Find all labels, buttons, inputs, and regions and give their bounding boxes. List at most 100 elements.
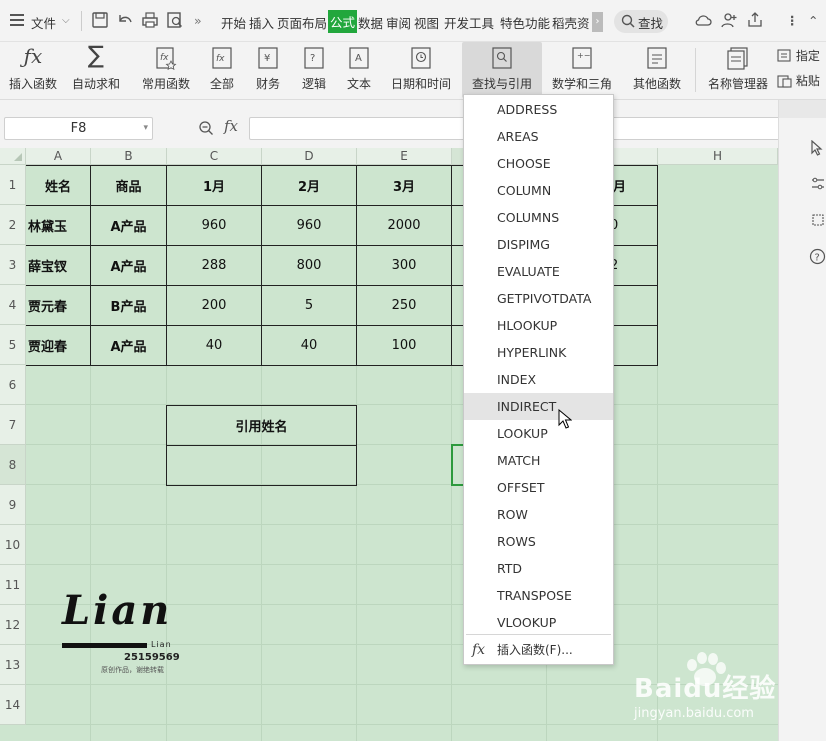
tab-data[interactable]: 数据 xyxy=(358,13,383,32)
function-item-row[interactable]: ROW xyxy=(464,501,613,528)
row-header-3[interactable]: 3 xyxy=(0,245,26,285)
function-item-match[interactable]: MATCH xyxy=(464,447,613,474)
fx-button[interactable]: fx xyxy=(224,117,238,135)
print-icon[interactable] xyxy=(141,11,159,29)
function-item-dispimg[interactable]: DISPIMG xyxy=(464,231,613,258)
autosum-button[interactable]: ∑ 自动求和 xyxy=(64,41,128,98)
select-all-corner[interactable] xyxy=(0,148,26,165)
function-item-getpivotdata[interactable]: GETPIVOTDATA xyxy=(464,285,613,312)
hamburger-icon[interactable] xyxy=(10,14,24,26)
row-header-6[interactable]: 6 xyxy=(0,365,26,405)
zoom-out-icon[interactable] xyxy=(198,120,214,136)
row-header-14[interactable]: 14 xyxy=(0,685,26,725)
table-cell[interactable]: 5 xyxy=(262,286,357,326)
row-header-7[interactable]: 7 xyxy=(0,405,26,445)
logical-button[interactable]: ? 逻辑 xyxy=(294,42,334,98)
chevron-down-icon[interactable]: ▾ xyxy=(143,118,148,139)
lookup-reference-button[interactable]: 查找与引用 xyxy=(462,42,542,98)
table-cell[interactable]: 960 xyxy=(167,206,262,246)
chevron-down-icon[interactable]: ⌵ xyxy=(62,15,70,26)
function-item-rows[interactable]: ROWS xyxy=(464,528,613,555)
undo-icon[interactable] xyxy=(116,11,134,29)
tab-page-layout[interactable]: 页面布局 xyxy=(277,13,327,32)
scroll-tabs-right-icon[interactable]: › xyxy=(592,12,603,32)
insert-function-menu-item[interactable]: fx 插入函数(F)... xyxy=(464,638,613,662)
paste-name-button[interactable]: 粘贴 xyxy=(777,72,820,90)
function-item-columns[interactable]: COLUMNS xyxy=(464,204,613,231)
column-header-b[interactable]: B xyxy=(91,148,167,165)
format-icon[interactable] xyxy=(810,212,826,228)
function-item-column[interactable]: COLUMN xyxy=(464,177,613,204)
table-cell[interactable]: 贾迎春 xyxy=(26,326,91,366)
cursor-select-icon[interactable] xyxy=(810,140,824,156)
function-item-index[interactable]: INDEX xyxy=(464,366,613,393)
table-header-cell[interactable]: 1月 xyxy=(167,166,262,206)
table-cell[interactable]: 300 xyxy=(357,246,452,286)
row-header-4[interactable]: 4 xyxy=(0,285,26,325)
more-icon[interactable]: » xyxy=(194,13,202,28)
name-box[interactable]: F8 ▾ xyxy=(4,117,153,140)
tab-formulas[interactable]: 公式 xyxy=(328,10,358,33)
table-cell[interactable]: 288 xyxy=(167,246,262,286)
function-item-lookup[interactable]: LOOKUP xyxy=(464,420,613,447)
tab-view[interactable]: 视图 xyxy=(414,13,439,32)
tab-review[interactable]: 审阅 xyxy=(386,13,411,32)
lookup-name-label[interactable]: 引用姓名 xyxy=(167,406,356,446)
sliders-icon[interactable] xyxy=(810,176,826,192)
tab-docer[interactable]: 稻壳资 xyxy=(552,13,592,32)
table-header-cell[interactable]: 商品 xyxy=(91,166,167,206)
function-item-rtd[interactable]: RTD xyxy=(464,555,613,582)
column-header-c[interactable]: C xyxy=(167,148,262,165)
table-cell[interactable]: A产品 xyxy=(91,326,167,366)
function-item-choose[interactable]: CHOOSE xyxy=(464,150,613,177)
function-item-transpose[interactable]: TRANSPOSE xyxy=(464,582,613,609)
function-item-evaluate[interactable]: EVALUATE xyxy=(464,258,613,285)
share-icon[interactable] xyxy=(746,11,764,29)
save-icon[interactable] xyxy=(91,11,109,29)
cloud-icon[interactable] xyxy=(694,11,712,29)
tab-insert[interactable]: 插入 xyxy=(249,13,274,32)
table-cell[interactable]: 800 xyxy=(262,246,357,286)
text-button[interactable]: A 文本 xyxy=(339,42,379,98)
row-header-10[interactable]: 10 xyxy=(0,525,26,565)
column-header-e[interactable]: E xyxy=(357,148,452,165)
table-cell[interactable]: 200 xyxy=(167,286,262,326)
table-cell[interactable]: 40 xyxy=(262,326,357,366)
column-header-a[interactable]: A xyxy=(26,148,91,165)
table-header-cell[interactable]: 2月 xyxy=(262,166,357,206)
table-header-cell[interactable]: 姓名 xyxy=(26,166,91,206)
function-item-hyperlink[interactable]: HYPERLINK xyxy=(464,339,613,366)
table-cell[interactable]: A产品 xyxy=(91,206,167,246)
all-functions-button[interactable]: fx 全部 xyxy=(202,42,242,98)
table-cell[interactable]: 250 xyxy=(357,286,452,326)
column-header-d[interactable]: D xyxy=(262,148,357,165)
row-header-5[interactable]: 5 xyxy=(0,325,26,365)
table-cell[interactable]: 贾元春 xyxy=(26,286,91,326)
tab-developer[interactable]: 开发工具 xyxy=(444,13,494,32)
row-header-12[interactable]: 12 xyxy=(0,605,26,645)
define-name-button[interactable]: 指定 xyxy=(777,47,820,65)
row-header-13[interactable]: 13 xyxy=(0,645,26,685)
help-icon[interactable]: ? xyxy=(809,248,826,265)
table-cell[interactable]: 2000 xyxy=(357,206,452,246)
insert-function-button[interactable]: ƒx 插入函数 xyxy=(4,42,62,98)
tab-home[interactable]: 开始 xyxy=(221,13,246,32)
name-manager-button[interactable]: 名称管理器 xyxy=(704,42,772,98)
more-options-icon[interactable]: ⋮ xyxy=(786,13,799,28)
table-cell[interactable]: 40 xyxy=(167,326,262,366)
table-cell[interactable]: 960 xyxy=(262,206,357,246)
table-cell[interactable]: 薛宝钗 xyxy=(26,246,91,286)
lookup-name-result-cell[interactable] xyxy=(167,446,356,485)
tab-features[interactable]: 特色功能 xyxy=(500,13,550,32)
row-header-1[interactable]: 1 xyxy=(0,165,26,205)
datetime-button[interactable]: 日期和时间 xyxy=(384,42,458,98)
math-trig-button[interactable]: +− 数学和三角 xyxy=(545,42,619,98)
table-header-cell[interactable]: 3月 xyxy=(357,166,452,206)
column-header-h[interactable]: H xyxy=(658,148,778,165)
function-item-vlookup[interactable]: VLOOKUP xyxy=(464,609,613,636)
other-functions-button[interactable]: 其他函数 xyxy=(625,42,689,98)
row-header-11[interactable]: 11 xyxy=(0,565,26,605)
table-cell[interactable]: A产品 xyxy=(91,246,167,286)
search-box[interactable]: 查找 xyxy=(614,10,668,33)
print-preview-icon[interactable] xyxy=(166,11,184,29)
